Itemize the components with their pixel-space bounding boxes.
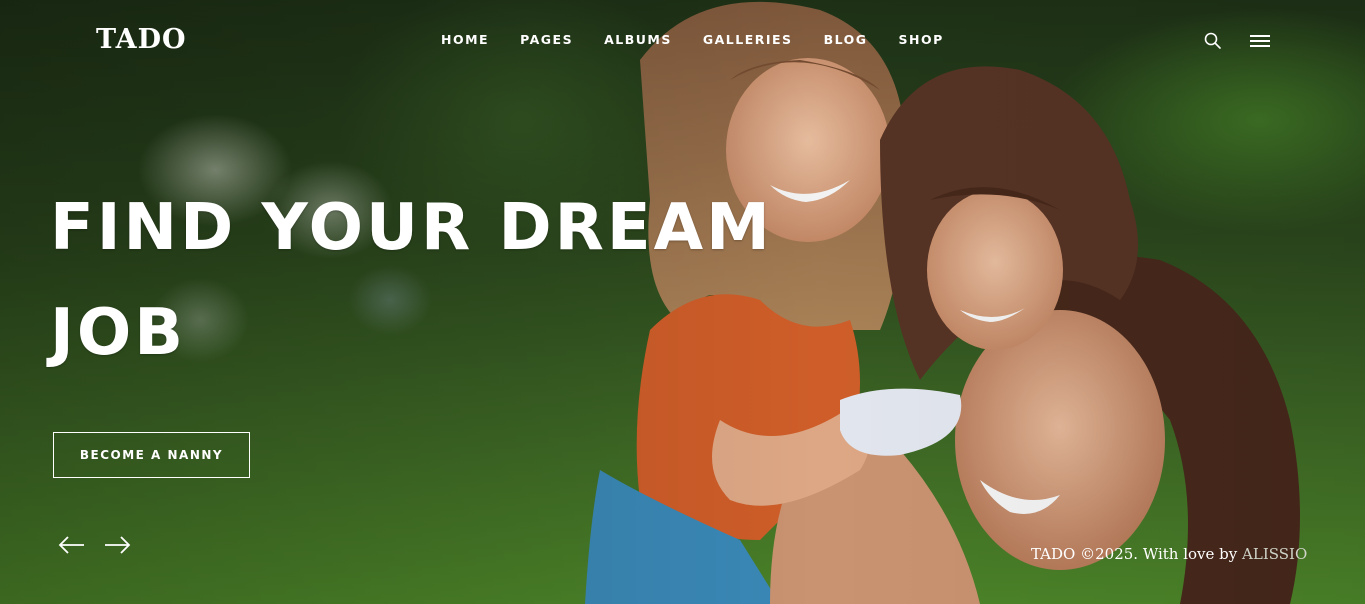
footer-credit-text: TADO ©2025. With love by xyxy=(1031,545,1243,563)
become-a-nanny-button[interactable]: BECOME A NANNY xyxy=(53,432,250,478)
hamburger-menu-icon-bar xyxy=(1250,40,1270,42)
arrow-left-icon xyxy=(58,536,84,554)
main-nav: HOME PAGES ALBUMS GALLERIES BLOG SHOP xyxy=(441,32,975,50)
hamburger-menu-button[interactable] xyxy=(1248,32,1272,50)
nav-item-shop[interactable]: SHOP xyxy=(899,32,944,50)
search-icon xyxy=(1204,32,1221,49)
nav-item-pages[interactable]: PAGES xyxy=(520,32,573,50)
hero-headline: FIND YOUR DREAM JOB xyxy=(50,176,810,386)
footer-credit: TADO ©2025. With love by ALISSIO xyxy=(1031,545,1311,563)
hamburger-menu-icon-bar xyxy=(1250,45,1270,47)
nav-item-galleries[interactable]: GALLERIES xyxy=(703,32,793,50)
arrow-right-icon xyxy=(105,536,131,554)
site-logo[interactable]: TADO xyxy=(96,24,187,55)
nav-item-albums[interactable]: ALBUMS xyxy=(604,32,672,50)
nav-item-home[interactable]: HOME xyxy=(441,32,489,50)
hero-headline-line1: FIND YOUR DREAM xyxy=(50,191,773,265)
search-button[interactable] xyxy=(1203,31,1223,51)
hero-headline-line2: JOB xyxy=(50,296,186,370)
hamburger-menu-icon xyxy=(1250,35,1270,37)
nav-item-blog[interactable]: BLOG xyxy=(824,32,868,50)
footer-author-link[interactable]: ALISSIO xyxy=(1242,545,1307,563)
slider-prev-button[interactable] xyxy=(58,535,86,555)
slider-next-button[interactable] xyxy=(103,535,131,555)
